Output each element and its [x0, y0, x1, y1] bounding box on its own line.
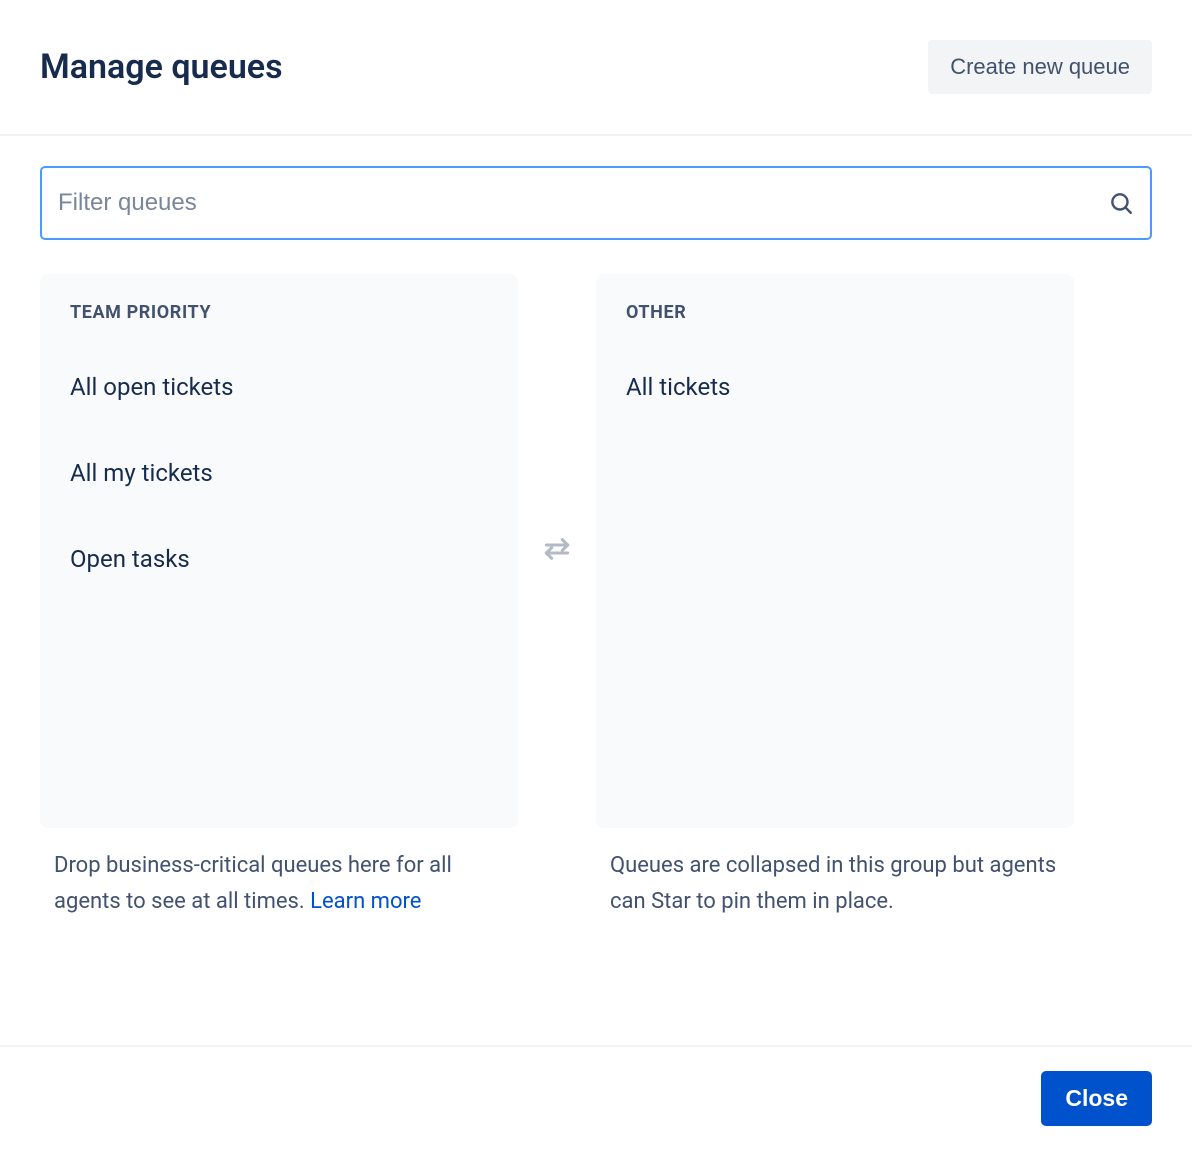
queue-item[interactable]: Open tasks	[70, 531, 488, 587]
helper-row: Drop business-critical queues here for a…	[40, 828, 1152, 921]
swap-icon-container	[518, 274, 596, 828]
column-header-other: OTHER	[626, 302, 1044, 323]
learn-more-link[interactable]: Learn more	[310, 889, 421, 914]
helper-spacer	[518, 828, 596, 921]
filter-queues-input[interactable]	[40, 166, 1152, 240]
close-button[interactable]: Close	[1041, 1071, 1152, 1126]
team-priority-column[interactable]: TEAM PRIORITY All open tickets All my ti…	[40, 274, 518, 828]
queue-item[interactable]: All open tickets	[70, 359, 488, 415]
modal-body: TEAM PRIORITY All open tickets All my ti…	[0, 136, 1192, 1021]
search-icon	[1108, 190, 1134, 216]
other-helper: Queues are collapsed in this group but a…	[596, 848, 1074, 921]
queue-item[interactable]: All tickets	[626, 359, 1044, 415]
create-new-queue-button[interactable]: Create new queue	[928, 40, 1152, 94]
page-title: Manage queues	[40, 47, 283, 87]
helper-text: Queues are collapsed in this group but a…	[610, 853, 1056, 914]
modal-footer: Close	[0, 1045, 1192, 1166]
queue-columns: TEAM PRIORITY All open tickets All my ti…	[40, 274, 1152, 828]
other-column[interactable]: OTHER All tickets	[596, 274, 1074, 828]
team-priority-helper: Drop business-critical queues here for a…	[40, 848, 518, 921]
modal-header: Manage queues Create new queue	[0, 0, 1192, 136]
search-container	[40, 166, 1152, 240]
column-header-team-priority: TEAM PRIORITY	[70, 302, 488, 323]
manage-queues-modal: Manage queues Create new queue TEAM PRIO…	[0, 0, 1192, 1166]
swap-horizontal-icon	[541, 533, 573, 569]
queue-item[interactable]: All my tickets	[70, 445, 488, 501]
